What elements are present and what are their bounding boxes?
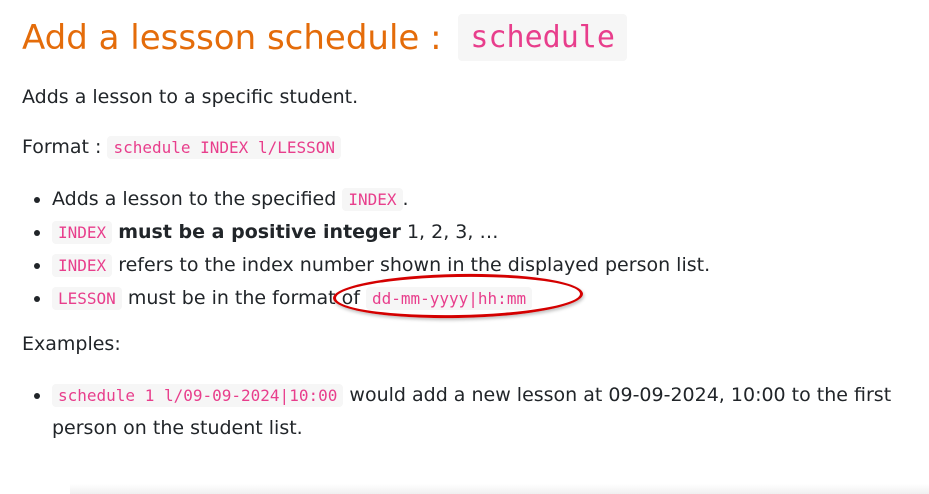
index-code: INDEX: [52, 221, 113, 244]
list-item: LESSON must be in the format of dd-mm-yy…: [52, 282, 710, 315]
title-command-code: schedule: [458, 14, 627, 61]
list-item: INDEX refers to the index number shown i…: [52, 249, 710, 282]
format-code: schedule INDEX l/LESSON: [107, 136, 342, 159]
format-pattern-code: dd-mm-yyyy|hh:mm: [365, 287, 533, 310]
format-line: Format : schedule INDEX l/LESSON: [22, 131, 342, 164]
item-text-after: 1, 2, 3, …: [406, 221, 499, 243]
title-text: Add a lessson schedule :: [22, 18, 442, 58]
index-code: INDEX: [52, 254, 113, 277]
intro-text: Adds a lesson to a specific student.: [22, 86, 359, 108]
item-text-after: .: [402, 188, 409, 210]
format-label: Format :: [22, 136, 102, 158]
item-text: Adds a lesson to the specified: [52, 188, 337, 210]
lesson-code: LESSON: [52, 287, 122, 310]
list-item: INDEX must be a positive integer 1, 2, 3…: [52, 216, 710, 249]
index-code: INDEX: [342, 188, 403, 211]
item-text: must be in the format of: [127, 287, 360, 309]
item-text-after: refers to the index number shown in the …: [118, 254, 711, 276]
list-item: schedule 1 l/09-09-2024|10:00 would add …: [52, 379, 929, 444]
list-item: Adds a lesson to the specified INDEX.: [52, 183, 710, 216]
examples-heading: Examples:: [22, 333, 121, 355]
page-title: Add a lessson schedule : schedule: [22, 14, 627, 62]
bottom-shadow: [70, 484, 929, 494]
example-command-code: schedule 1 l/09-09-2024|10:00: [52, 384, 344, 407]
parameter-list: Adds a lesson to the specified INDEX. IN…: [22, 183, 710, 315]
bold-text: must be a positive integer: [118, 221, 401, 243]
examples-list: schedule 1 l/09-09-2024|10:00 would add …: [22, 379, 929, 444]
